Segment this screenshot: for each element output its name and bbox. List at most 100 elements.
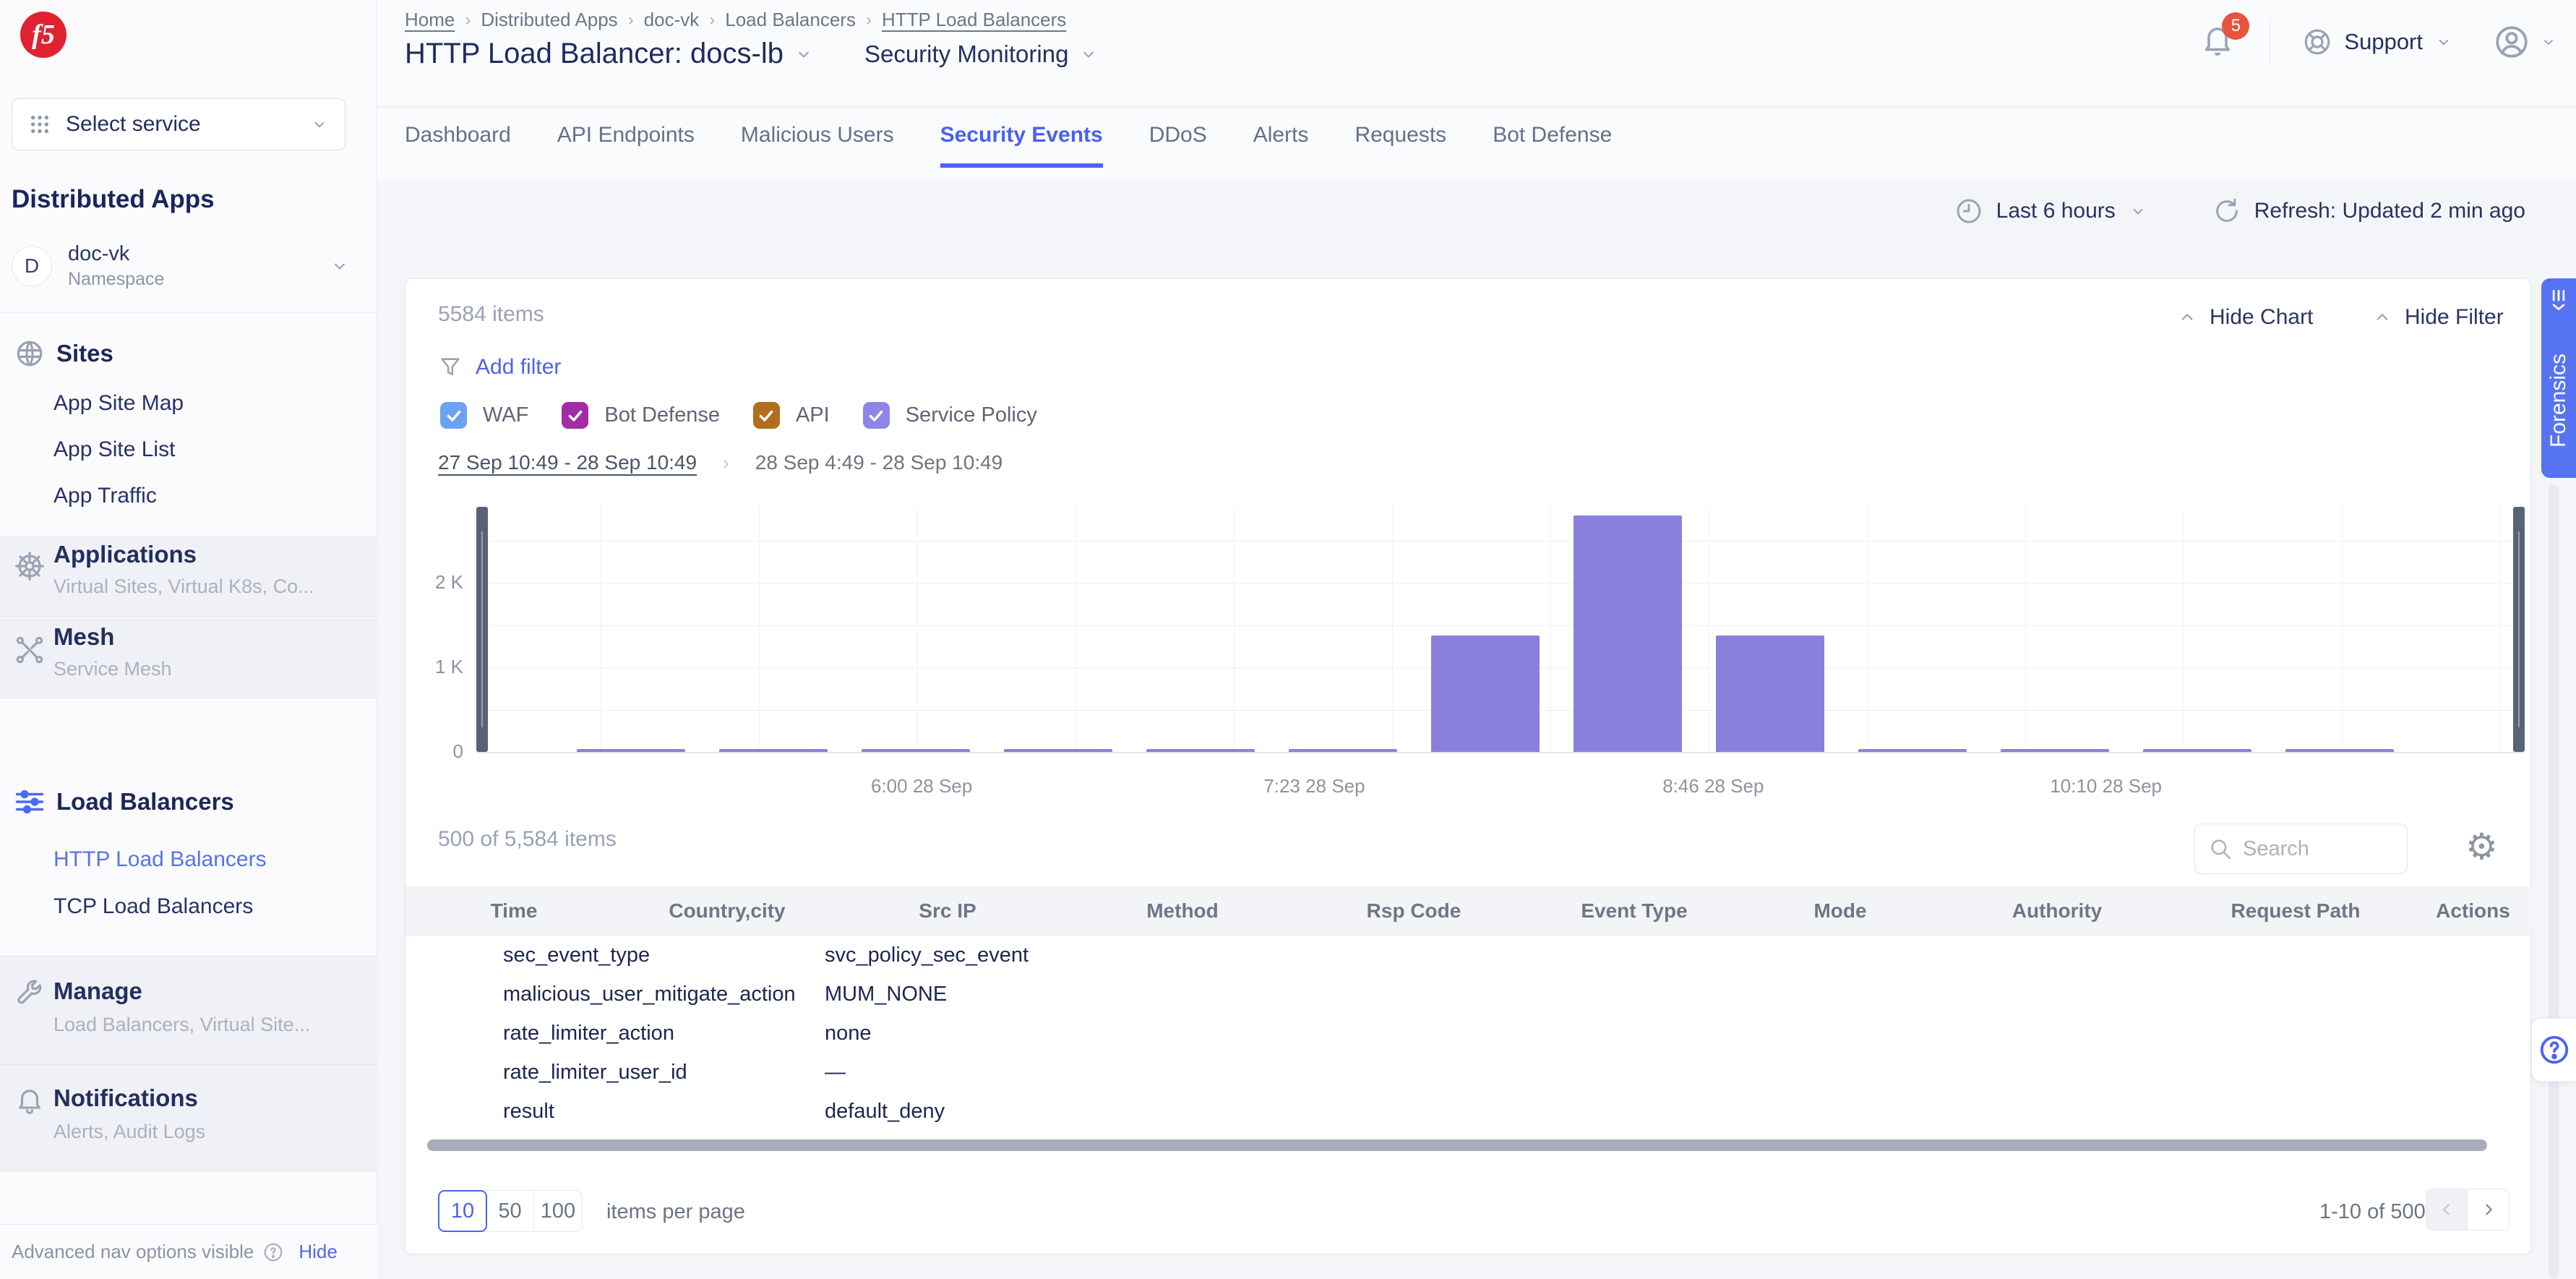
brush-handle-right[interactable] xyxy=(2513,507,2525,752)
help-button[interactable] xyxy=(2531,1018,2576,1082)
chart-bar[interactable] xyxy=(1431,636,1540,752)
refresh-button[interactable]: Refresh: Updated 2 min ago xyxy=(2212,197,2525,226)
brush-handle-left[interactable] xyxy=(476,507,488,752)
chart-bar[interactable] xyxy=(2285,749,2394,752)
table-row[interactable]: resultdefault_deny xyxy=(405,1092,2531,1125)
column-header-method[interactable]: Method xyxy=(1063,899,1302,923)
sidebar-section-notifications[interactable] xyxy=(0,1064,377,1171)
date-range-primary[interactable]: 27 Sep 10:49 - 28 Sep 10:49 xyxy=(438,451,697,474)
filter-label: Bot Defense xyxy=(604,403,720,427)
tab-requests[interactable]: Requests xyxy=(1354,123,1446,168)
namespace-selector[interactable]: D doc-vk Namespace xyxy=(7,235,370,297)
hide-filter-toggle[interactable]: Hide Filter xyxy=(2371,305,2504,330)
sidebar-item-tcp-load-balancers[interactable]: TCP Load Balancers xyxy=(53,894,253,919)
chart-bar[interactable] xyxy=(577,749,685,752)
tab-dashboard[interactable]: Dashboard xyxy=(405,123,511,168)
user-menu[interactable] xyxy=(2494,24,2557,60)
tab-security-events[interactable]: Security Events xyxy=(940,123,1103,168)
chevron-right-icon xyxy=(2478,1199,2499,1220)
column-header-src-ip[interactable]: Src IP xyxy=(832,899,1063,923)
chart-bar[interactable] xyxy=(1858,749,1967,752)
tab-alerts[interactable]: Alerts xyxy=(1253,123,1309,168)
chart-bar[interactable] xyxy=(719,749,828,752)
notifications-bell-button[interactable]: 5 xyxy=(2200,21,2238,63)
filter-checkbox-bot-defense[interactable]: Bot Defense xyxy=(562,402,720,429)
row-value: — xyxy=(825,1061,846,1085)
advanced-nav-label: Advanced nav options visible xyxy=(12,1241,254,1263)
info-circle-icon[interactable] xyxy=(262,1241,284,1263)
time-range-selector[interactable]: Last 6 hours xyxy=(1954,197,2147,226)
chart-bar[interactable] xyxy=(862,749,970,752)
mesh-icon xyxy=(14,635,45,665)
tab-ddos[interactable]: DDoS xyxy=(1149,123,1207,168)
tab-malicious-users[interactable]: Malicious Users xyxy=(741,123,894,168)
chart-bar[interactable] xyxy=(1289,749,1397,752)
time-range-label: Last 6 hours xyxy=(1996,199,2116,223)
sidebar-item-app-traffic[interactable]: App Traffic xyxy=(53,484,157,508)
page-size-10[interactable]: 10 xyxy=(438,1190,487,1232)
sidebar-item-app-site-map[interactable]: App Site Map xyxy=(53,391,184,416)
next-page-button[interactable] xyxy=(2468,1189,2509,1230)
tab-bot-defense[interactable]: Bot Defense xyxy=(1493,123,1612,168)
breadcrumb-item[interactable]: Home xyxy=(405,9,455,31)
chart-bar[interactable] xyxy=(2001,749,2109,752)
breadcrumb-item[interactable]: Distributed Apps xyxy=(481,9,617,31)
forensics-panel-tab[interactable]: Forensics xyxy=(2541,278,2576,478)
breadcrumb-item[interactable]: doc-vk xyxy=(644,9,700,31)
support-menu[interactable]: Support xyxy=(2302,27,2453,57)
table-row[interactable]: rate_limiter_user_id— xyxy=(405,1053,2531,1092)
chart-bar[interactable] xyxy=(1004,749,1112,752)
filter-checkbox-service-policy[interactable]: Service Policy xyxy=(863,402,1037,429)
support-label: Support xyxy=(2344,29,2423,55)
add-filter-button[interactable]: Add filter xyxy=(438,355,561,380)
chart-y-tick-label: 2 K xyxy=(405,571,463,594)
chart-y-tick-label: 0 xyxy=(405,740,463,763)
breadcrumb-item[interactable]: HTTP Load Balancers xyxy=(882,9,1066,31)
chart-x-tick-label: 10:10 28 Sep xyxy=(2050,775,2162,797)
sidebar-section-load-balancers[interactable]: Load Balancers xyxy=(14,787,234,817)
table-row[interactable]: malicious_user_mitigate_actionMUM_NONE xyxy=(405,975,2531,1014)
sidebar-section-applications-label: Applications xyxy=(53,541,197,568)
sidebar-item-app-site-list[interactable]: App Site List xyxy=(53,437,175,462)
breadcrumb-item[interactable]: Load Balancers xyxy=(725,9,856,31)
table-row[interactable]: rate_limiter_actionnone xyxy=(405,1014,2531,1053)
search-input[interactable] xyxy=(2243,837,2394,861)
page-size-100[interactable]: 100 xyxy=(534,1191,582,1231)
sidebar-section-sites[interactable]: Sites xyxy=(14,338,113,369)
column-header-rsp-code[interactable]: Rsp Code xyxy=(1302,899,1526,923)
column-header-request-path[interactable]: Request Path xyxy=(2176,899,2415,923)
tab-api-endpoints[interactable]: API Endpoints xyxy=(557,123,695,168)
chart-bar[interactable] xyxy=(1146,749,1255,752)
hide-chart-toggle[interactable]: Hide Chart xyxy=(2176,305,2313,330)
table-row[interactable]: sec_event_typesvc_policy_sec_event xyxy=(405,936,2531,975)
row-key: result xyxy=(503,1100,554,1124)
column-header-actions[interactable]: Actions xyxy=(2415,899,2531,923)
chart-bar[interactable] xyxy=(1716,636,1824,752)
horizontal-scrollbar-thumb[interactable] xyxy=(427,1139,2487,1151)
column-header-authority[interactable]: Authority xyxy=(1938,899,2176,923)
filter-checkbox-api[interactable]: API xyxy=(753,402,830,429)
view-selector[interactable]: Security Monitoring xyxy=(864,40,1068,68)
f5-logo[interactable]: f5 xyxy=(20,12,66,58)
column-header-time[interactable]: Time xyxy=(405,899,622,923)
table-settings-gear-icon[interactable]: ⚙ xyxy=(2465,829,2498,865)
table-search[interactable] xyxy=(2194,824,2408,874)
breadcrumb-separator-icon: › xyxy=(465,10,471,30)
column-header-event-type[interactable]: Event Type xyxy=(1526,899,1743,923)
chart-bar[interactable] xyxy=(2143,749,2251,752)
filter-checkbox-waf[interactable]: WAF xyxy=(440,402,528,429)
column-header-mode[interactable]: Mode xyxy=(1743,899,1938,923)
sidebar-section-manage[interactable] xyxy=(0,956,377,1064)
column-header-country-city[interactable]: Country,city xyxy=(622,899,832,923)
chart-bar[interactable] xyxy=(1573,516,1682,752)
sidebar-item-http-load-balancers[interactable]: HTTP Load Balancers xyxy=(53,847,267,872)
page-size-50[interactable]: 50 xyxy=(486,1191,534,1231)
filter-label: API xyxy=(796,403,830,427)
breadcrumb-separator-icon: › xyxy=(866,10,872,30)
hide-advanced-nav-link[interactable]: Hide xyxy=(299,1241,337,1263)
chevron-down-icon[interactable] xyxy=(794,44,814,64)
chevron-down-icon xyxy=(2129,202,2147,221)
previous-page-button[interactable] xyxy=(2426,1189,2468,1230)
vertical-scrollbar-track[interactable] xyxy=(2549,484,2559,1279)
select-service-dropdown[interactable]: Select service xyxy=(12,98,345,150)
